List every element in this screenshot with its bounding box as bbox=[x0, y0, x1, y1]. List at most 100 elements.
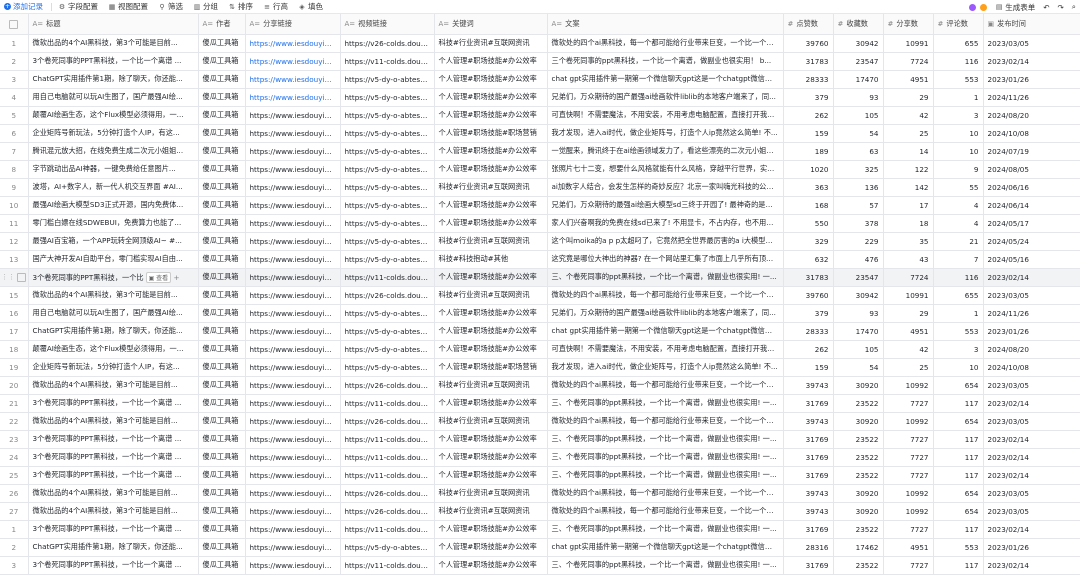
cell-comments[interactable]: 117 bbox=[933, 520, 984, 539]
cell-author[interactable]: 傻瓜工具箱 bbox=[198, 520, 246, 539]
cell-favs[interactable]: 93 bbox=[833, 304, 884, 323]
column-header-date[interactable]: ▣ 发布时间 bbox=[983, 14, 1080, 35]
cell-comments[interactable]: 9 bbox=[933, 160, 984, 179]
cell-shares[interactable]: 29 bbox=[883, 304, 934, 323]
cell-favs[interactable]: 30942 bbox=[833, 34, 884, 53]
cell-keywords[interactable]: 个人管理#职场技能#办公效率 bbox=[434, 556, 548, 575]
column-header-shares[interactable]: # 分享数 bbox=[883, 14, 934, 35]
cell-title[interactable]: 用自己电脑就可以玩AI生图了，国产最强AI绘... bbox=[28, 88, 199, 107]
cell-date[interactable]: 2023/02/14 bbox=[983, 268, 1080, 287]
cell-favs[interactable]: 93 bbox=[833, 88, 884, 107]
cell-views[interactable]: 168 bbox=[783, 196, 834, 215]
table-row[interactable]: 17 ChatGPT实用插件第1期，除了聊天，你还能... 傻瓜工具箱 https:/… bbox=[0, 322, 1080, 341]
cell-title[interactable]: 颠覆AI绘画生态，这个Flux模型必须得用，一... bbox=[28, 340, 199, 359]
cell-views[interactable]: 39743 bbox=[783, 412, 834, 431]
cell-share[interactable]: https://www.iesdouyin.c... bbox=[245, 142, 341, 161]
cell-views[interactable]: 31769 bbox=[783, 466, 834, 485]
cell-title[interactable]: 用自己电脑就可以玩AI生图了，国产最强AI绘... bbox=[28, 304, 199, 323]
table-row[interactable]: 19 企业矩阵号新玩法，5分钟打造个人IP，有这... 傻瓜工具箱 https://w… bbox=[0, 358, 1080, 377]
cell-views[interactable]: 31783 bbox=[783, 52, 834, 71]
cell-video[interactable]: https://v11-colds.douyin... bbox=[340, 520, 435, 539]
cell-title[interactable]: 腾讯混元放大招，在线免费生成二次元小姐姐... bbox=[28, 142, 199, 161]
cell-comments[interactable]: 10 bbox=[933, 358, 984, 377]
cell-title[interactable]: 微软出品的4个AI黑科技，第3个可能是目前... bbox=[28, 484, 199, 503]
cell-author[interactable]: 傻瓜工具箱 bbox=[198, 268, 246, 287]
table-row[interactable]: 18 颠覆AI绘画生态，这个Flux模型必须得用，一... 傻瓜工具箱 https:/… bbox=[0, 340, 1080, 359]
cell-shares[interactable]: 25 bbox=[883, 358, 934, 377]
table-row[interactable]: 12 最强AI百宝箱，一个APP玩转全网顶级AI~ #... 傻瓜工具箱 https:… bbox=[0, 232, 1080, 251]
table-row[interactable]: 4 用自己电脑就可以玩AI生图了，国产最强AI绘... 傻瓜工具箱 https://w… bbox=[0, 88, 1080, 107]
cell-title[interactable]: 3个卷死同事的PPT黑科技，一个比 ▣ 查看 + bbox=[28, 268, 199, 287]
column-header-title[interactable]: A= 标题 bbox=[28, 14, 199, 35]
cell-text[interactable]: 三、个卷死同事的ppt黑科技，一个比一个离谱，做副业也很实用! 一... bbox=[547, 268, 784, 287]
cell-share[interactable]: https://www.iesdouyin.c... bbox=[245, 394, 341, 413]
cell-date[interactable]: 2023/01/26 bbox=[983, 322, 1080, 341]
cell-shares[interactable]: 10992 bbox=[883, 376, 934, 395]
cell-comments[interactable]: 553 bbox=[933, 538, 984, 557]
cell-text[interactable]: 三、个卷死同事的ppt黑科技，一个比一个离谱，做副业也很实用! 一... bbox=[547, 394, 784, 413]
table-row[interactable]: ⋮⋮ 3个卷死同事的PPT黑科技，一个比 ▣ 查看 + 傻瓜工具箱 https://ww… bbox=[0, 268, 1080, 287]
cell-share[interactable]: https://www.iesdouyin.c... bbox=[245, 34, 341, 53]
cell-video[interactable]: https://v5-dy-o-abtest.zj... bbox=[340, 178, 435, 197]
cell-title[interactable]: 颠覆AI绘画生态，这个Flux模型必须得用，一... bbox=[28, 106, 199, 125]
cell-shares[interactable]: 17 bbox=[883, 196, 934, 215]
toolbar-gear-button[interactable]: ⚙ 字段配置 bbox=[58, 1, 98, 12]
cell-shares[interactable]: 10991 bbox=[883, 286, 934, 305]
cell-comments[interactable]: 116 bbox=[933, 268, 984, 287]
cell-share[interactable]: https://www.iesdouyin.c... bbox=[245, 304, 341, 323]
cell-video[interactable]: https://v11-colds.douyin... bbox=[340, 394, 435, 413]
cell-video[interactable]: https://v5-dy-o-abtest.zj... bbox=[340, 304, 435, 323]
cell-views[interactable]: 379 bbox=[783, 304, 834, 323]
cell-shares[interactable]: 7727 bbox=[883, 556, 934, 575]
cell-author[interactable]: 傻瓜工具箱 bbox=[198, 322, 246, 341]
cell-text[interactable]: 微软处的四个ai黑科技，每一个都可能给行业带来巨变，一个比一个离... bbox=[547, 412, 784, 431]
toolbar-view-button[interactable]: ▦ 视图配置 bbox=[108, 1, 148, 12]
cell-date[interactable]: 2024/07/19 bbox=[983, 142, 1080, 161]
drag-handle-icon[interactable]: ⋮⋮ bbox=[1, 273, 15, 281]
cell-date[interactable]: 2023/03/05 bbox=[983, 484, 1080, 503]
cell-shares[interactable]: 43 bbox=[883, 250, 934, 269]
cell-shares[interactable]: 42 bbox=[883, 340, 934, 359]
cell-text[interactable]: 三、个卷死同事的ppt黑科技，一个比一个离谱，做副业也很实用! 一... bbox=[547, 556, 784, 575]
cell-title[interactable]: 微软出品的4个AI黑科技，第3个可能是目前... bbox=[28, 286, 199, 305]
table-row[interactable]: 27 微软出品的4个AI黑科技，第3个可能是目前... 傻瓜工具箱 https://w… bbox=[0, 502, 1080, 521]
cell-views[interactable]: 632 bbox=[783, 250, 834, 269]
cell-date[interactable]: 2024/10/08 bbox=[983, 358, 1080, 377]
table-row[interactable]: 24 3个卷死同事的PPT黑科技，一个比一个离谱 ... 傻瓜工具箱 https://… bbox=[0, 448, 1080, 467]
cell-comments[interactable]: 654 bbox=[933, 412, 984, 431]
cell-title[interactable]: 微软出品的4个AI黑科技，第3个可能是目前... bbox=[28, 502, 199, 521]
cell-shares[interactable]: 7727 bbox=[883, 394, 934, 413]
cell-date[interactable]: 2024/05/16 bbox=[983, 250, 1080, 269]
row-index[interactable]: 19 bbox=[0, 358, 29, 377]
cell-text[interactable]: 张照片七十二变，想要什么风格就能有什么风格，穿越平行世界，实现... bbox=[547, 160, 784, 179]
cell-author[interactable]: 傻瓜工具箱 bbox=[198, 430, 246, 449]
cell-favs[interactable]: 23522 bbox=[833, 520, 884, 539]
cell-text[interactable]: 可直快啊！不需要魔法，不用安装，不用考虑电脑配置，直接打开我们... bbox=[547, 106, 784, 125]
cell-favs[interactable]: 54 bbox=[833, 124, 884, 143]
table-row[interactable]: 23 3个卷死同事的PPT黑科技，一个比一个离谱 ... 傻瓜工具箱 https://… bbox=[0, 430, 1080, 449]
row-index[interactable]: 22 bbox=[0, 412, 29, 431]
row-index[interactable]: ⋮⋮ bbox=[0, 268, 29, 287]
cell-text[interactable]: 这个叫moika的a p p太超叼了，它竟然把全世界最厉害的a i大模型全都..… bbox=[547, 232, 784, 251]
cell-share[interactable]: https://www.iesdouyin.c... bbox=[245, 178, 341, 197]
cell-keywords[interactable]: 科技#行业资讯#互联网资讯 bbox=[434, 286, 548, 305]
cell-author[interactable]: 傻瓜工具箱 bbox=[198, 142, 246, 161]
cell-share[interactable]: https://www.iesdouyin.c... bbox=[245, 106, 341, 125]
table-row[interactable]: 2 3个卷死同事的PPT黑科技，一个比一个离谱 ... 傻瓜工具箱 https://w… bbox=[0, 52, 1080, 71]
cell-favs[interactable]: 17470 bbox=[833, 322, 884, 341]
cell-text[interactable]: 微软处的四个ai黑科技，每一个都可能给行业带来巨变，一个比一个离... bbox=[547, 376, 784, 395]
cell-comments[interactable]: 655 bbox=[933, 34, 984, 53]
cell-comments[interactable]: 553 bbox=[933, 70, 984, 89]
cell-author[interactable]: 傻瓜工具箱 bbox=[198, 484, 246, 503]
cell-shares[interactable]: 4951 bbox=[883, 322, 934, 341]
row-index[interactable]: 2 bbox=[0, 538, 29, 557]
cell-share[interactable]: https://www.iesdouyin.c... bbox=[245, 538, 341, 557]
cell-keywords[interactable]: 个人管理#职场技能#办公效率 bbox=[434, 160, 548, 179]
cell-share[interactable]: https://www.iesdouyin.c... bbox=[245, 502, 341, 521]
row-index[interactable]: 17 bbox=[0, 322, 29, 341]
cell-author[interactable]: 傻瓜工具箱 bbox=[198, 88, 246, 107]
cell-keywords[interactable]: 个人管理#职场技能#办公效率 bbox=[434, 322, 548, 341]
cell-share[interactable]: https://www.iesdouyin.c... bbox=[245, 268, 341, 287]
cell-keywords[interactable]: 科技#科技抱动#其他 bbox=[434, 250, 548, 269]
row-index[interactable]: 1 bbox=[0, 34, 29, 53]
